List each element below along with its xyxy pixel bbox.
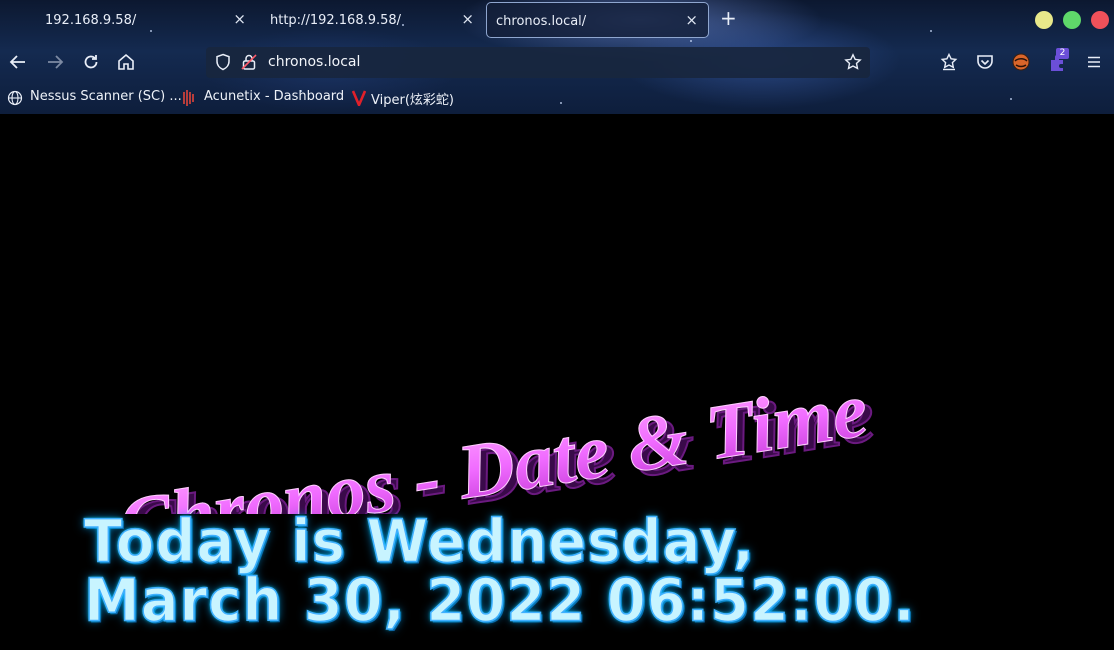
shield-icon[interactable] — [214, 53, 232, 71]
bookmarks-list-icon[interactable] — [939, 52, 959, 72]
bookmark-star-icon[interactable] — [844, 53, 862, 71]
web-page-content: Chronos - Date & Time Chronos - Date & T… — [0, 114, 1114, 650]
chronos-heading: Chronos - Date & Time Chronos - Date & T… — [113, 365, 881, 514]
browser-chrome: 192.168.9.58/ × http://192.168.9.58/ × c… — [0, 0, 1114, 114]
home-button[interactable] — [116, 52, 136, 72]
maximize-button[interactable] — [1063, 11, 1081, 29]
menu-hamburger-icon[interactable] — [1084, 52, 1104, 72]
tab-title: http://192.168.9.58/ — [270, 13, 402, 28]
bookmark-nessus-scanner[interactable]: Nessus Scanner (SC) ... — [30, 89, 182, 104]
acunetix-icon — [183, 90, 194, 106]
bookmark-viper[interactable]: Viper(炫彩蛇) — [371, 89, 454, 108]
tab-http-192-168-9-58[interactable]: http://192.168.9.58/ × — [256, 2, 484, 38]
star-decoration — [560, 102, 562, 104]
url-text[interactable]: chronos.local — [268, 54, 360, 70]
forward-arrow-icon — [48, 55, 64, 69]
tab-192-168-9-58[interactable]: 192.168.9.58/ × — [31, 2, 256, 38]
viper-v-icon — [352, 90, 366, 106]
reload-icon — [84, 55, 98, 69]
back-button[interactable] — [8, 52, 28, 72]
close-tab-icon[interactable]: × — [685, 11, 698, 29]
star-decoration — [1010, 98, 1012, 100]
close-tab-icon[interactable]: × — [233, 10, 246, 28]
bookmark-acunetix-dashboard[interactable]: Acunetix - Dashboard — [204, 89, 344, 104]
pocket-icon[interactable] — [975, 52, 995, 72]
insecure-lock-icon[interactable] — [240, 53, 258, 71]
forward-button[interactable] — [45, 52, 65, 72]
close-tab-icon[interactable]: × — [461, 10, 474, 28]
close-window-button[interactable] — [1091, 11, 1109, 29]
tab-title: chronos.local/ — [496, 14, 587, 29]
address-bar[interactable]: chronos.local — [206, 47, 870, 78]
page-heading: Chronos - Date & Time — [113, 365, 873, 514]
extension-ball-icon[interactable] — [1011, 52, 1031, 72]
globe-icon — [7, 90, 23, 106]
minimize-button[interactable] — [1035, 11, 1053, 29]
date-line-1: Today is Wednesday, — [83, 507, 756, 577]
date-line-2: March 30, 2022 06:52:00. — [83, 566, 916, 635]
tab-chronos-local[interactable]: chronos.local/ × — [486, 2, 709, 38]
back-arrow-icon — [9, 55, 25, 69]
date-time-text: Today is Wednesday, March 30, 2022 06:52… — [83, 507, 1044, 635]
reload-button[interactable] — [81, 52, 101, 72]
new-tab-button[interactable]: + — [720, 8, 737, 28]
star-decoration — [690, 40, 692, 42]
home-icon — [118, 53, 134, 70]
star-decoration — [930, 30, 932, 32]
extension-badge: 2 — [1056, 48, 1069, 59]
tab-title: 192.168.9.58/ — [45, 13, 137, 28]
